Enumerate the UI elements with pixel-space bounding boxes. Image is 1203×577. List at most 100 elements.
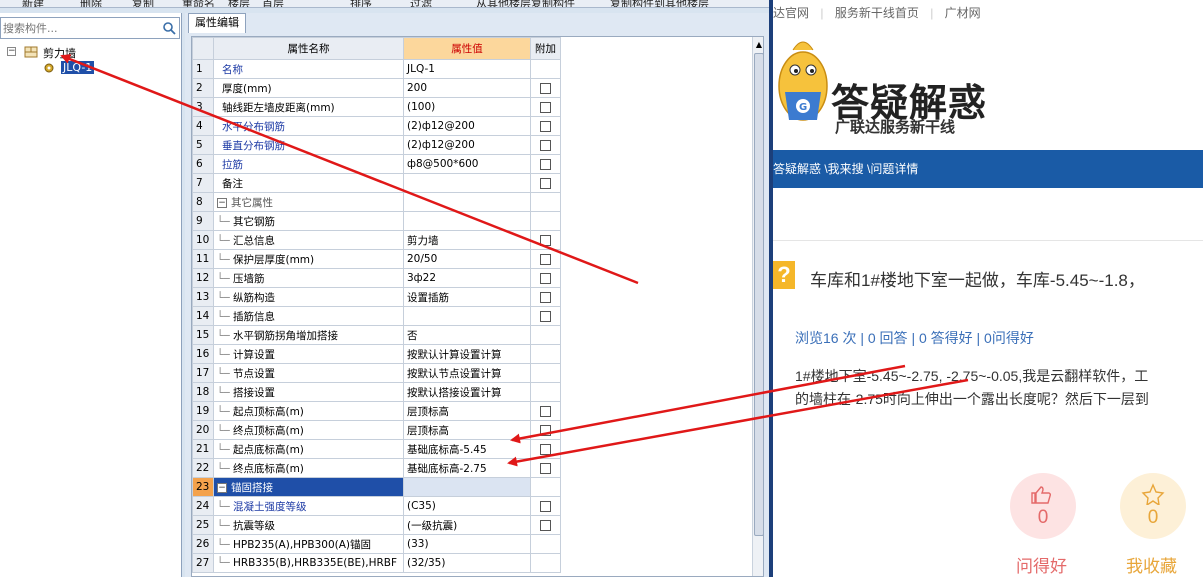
table-row[interactable]: 26 └─ HPB235(A),HPB300(A)锚固 (33) (192, 534, 561, 554)
property-value[interactable] (403, 211, 531, 231)
property-name-cell[interactable]: − 其它属性 (213, 192, 404, 212)
property-name-cell[interactable]: └─ 抗震等级 (213, 515, 404, 535)
favorite-label[interactable]: 我收藏 (1126, 552, 1177, 577)
property-value[interactable]: 基础底标高-5.45 (403, 439, 531, 459)
extra-checkbox[interactable] (540, 101, 551, 113)
extra-checkbox[interactable] (540, 519, 551, 531)
like-button[interactable]: 0 (1010, 473, 1076, 539)
table-row[interactable]: 18 └─ 搭接设置 按默认搭接设置计算 (192, 382, 561, 402)
property-value[interactable]: 层顶标高 (403, 401, 531, 421)
property-value[interactable] (403, 173, 531, 193)
property-value[interactable]: (100) (403, 97, 531, 117)
like-label[interactable]: 问得好 (1016, 552, 1067, 577)
property-value[interactable]: 200 (403, 78, 531, 98)
table-row[interactable]: 6 拉筋 ф8@500*600 (192, 154, 561, 174)
extra-checkbox[interactable] (540, 291, 551, 303)
toolbar-floor-select[interactable]: 首层 (262, 0, 284, 7)
property-name-cell[interactable]: └─ HRB335(B),HRB335E(BE),HRBF (213, 553, 404, 573)
property-name-cell[interactable]: └─ 起点底标高(m) (213, 439, 404, 459)
table-row[interactable]: 2 厚度(mm) 200 (192, 78, 561, 98)
property-name-cell[interactable]: └─ 搭接设置 (213, 382, 404, 402)
toolbar-copy-to-floor[interactable]: 复制构件到其他楼层 (610, 0, 709, 7)
table-row[interactable]: 3 轴线距左墙皮距离(mm) (100) (192, 97, 561, 117)
property-value[interactable]: 按默认搭接设置计算 (403, 382, 531, 402)
property-value[interactable]: (一级抗震) (403, 515, 531, 535)
property-name-cell[interactable]: └─ 计算设置 (213, 344, 404, 364)
table-row[interactable]: 10 └─ 汇总信息 剪力墙 (192, 230, 561, 250)
table-row[interactable]: 25 └─ 抗震等级 (一级抗震) (192, 515, 561, 535)
table-row[interactable]: 17 └─ 节点设置 按默认节点设置计算 (192, 363, 561, 383)
property-value[interactable]: JLQ-1 (403, 59, 531, 79)
scrollbar-thumb[interactable] (754, 53, 763, 536)
property-name-cell[interactable]: − 锚固搭接 (213, 477, 404, 497)
toolbar-floor[interactable]: 楼层 (228, 0, 250, 7)
scroll-up-icon[interactable]: ▲ (754, 39, 763, 51)
table-row[interactable]: 12 └─ 压墙筋 3ф22 (192, 268, 561, 288)
property-name-cell[interactable]: 拉筋 (213, 154, 404, 174)
table-row[interactable]: 14 └─ 插筋信息 (192, 306, 561, 326)
toolbar-copy[interactable]: 复制 (132, 0, 154, 7)
table-row[interactable]: 1 名称 JLQ-1 (192, 59, 561, 79)
group-collapse-icon[interactable]: − (217, 197, 227, 208)
toolbar-filter[interactable]: 过滤 (410, 0, 432, 7)
vertical-scrollbar[interactable]: ▲ (752, 37, 763, 576)
property-value[interactable]: 否 (403, 325, 531, 345)
property-name-cell[interactable]: └─ 插筋信息 (213, 306, 404, 326)
extra-checkbox[interactable] (540, 158, 551, 170)
property-name-cell[interactable]: └─ 节点设置 (213, 363, 404, 383)
property-value[interactable] (403, 477, 531, 497)
table-row[interactable]: 27 └─ HRB335(B),HRB335E(BE),HRBF (32/35) (192, 553, 561, 573)
toolbar-copy-from-floor[interactable]: 从其他楼层复制构件 (476, 0, 575, 7)
favorite-button[interactable]: 0 (1120, 473, 1186, 539)
property-name-cell[interactable]: └─ 纵筋构造 (213, 287, 404, 307)
nav-link-service-home[interactable]: 服务新干线首页 (835, 6, 919, 20)
property-value[interactable]: 基础底标高-2.75 (403, 458, 531, 478)
property-value[interactable]: (2)ф12@200 (403, 135, 531, 155)
extra-checkbox[interactable] (540, 462, 551, 474)
property-value[interactable]: 20/50 (403, 249, 531, 269)
search-icon[interactable] (162, 21, 176, 35)
extra-checkbox[interactable] (540, 272, 551, 284)
extra-checkbox[interactable] (540, 310, 551, 322)
property-name-cell[interactable]: └─ 保护层厚度(mm) (213, 249, 404, 269)
property-value[interactable]: (2)ф12@200 (403, 116, 531, 136)
table-row[interactable]: 9 └─ 其它钢筋 (192, 211, 561, 231)
extra-checkbox[interactable] (540, 120, 551, 132)
toolbar-new[interactable]: 新建 (22, 0, 44, 7)
property-value[interactable]: ф8@500*600 (403, 154, 531, 174)
table-row[interactable]: 13 └─ 纵筋构造 设置插筋 (192, 287, 561, 307)
property-name-cell[interactable]: 轴线距左墙皮距离(mm) (213, 97, 404, 117)
property-value[interactable]: 设置插筋 (403, 287, 531, 307)
property-name-cell[interactable]: └─ 压墙筋 (213, 268, 404, 288)
extra-checkbox[interactable] (540, 443, 551, 455)
toolbar-delete[interactable]: 删除 (80, 0, 102, 7)
extra-checkbox[interactable] (540, 405, 551, 417)
property-name-cell[interactable]: └─ 水平钢筋拐角增加搭接 (213, 325, 404, 345)
tree-child-item[interactable]: JLQ-1 (61, 61, 95, 74)
property-name-cell[interactable]: 备注 (213, 173, 404, 193)
tab-property-edit[interactable]: 属性编辑 (188, 13, 246, 33)
property-name-cell[interactable]: └─ 混凝土强度等级 (213, 496, 404, 516)
table-row[interactable]: 20 └─ 终点顶标高(m) 层顶标高 (192, 420, 561, 440)
tree-collapse-icon[interactable]: − (7, 47, 16, 56)
tree-root-label[interactable]: 剪力墙 (43, 45, 76, 61)
table-row[interactable]: 8− 其它属性 (192, 192, 561, 212)
property-value[interactable]: (C35) (403, 496, 531, 516)
property-value[interactable]: 剪力墙 (403, 230, 531, 250)
property-value[interactable]: 按默认节点设置计算 (403, 363, 531, 383)
property-value[interactable]: 按默认计算设置计算 (403, 344, 531, 364)
property-name-cell[interactable]: └─ 起点顶标高(m) (213, 401, 404, 421)
property-value[interactable]: (32/35) (403, 553, 531, 573)
extra-checkbox[interactable] (540, 82, 551, 94)
property-name-cell[interactable]: 水平分布钢筋 (213, 116, 404, 136)
extra-checkbox[interactable] (540, 234, 551, 246)
table-row[interactable]: 23− 锚固搭接 (192, 477, 561, 497)
table-row[interactable]: 21 └─ 起点底标高(m) 基础底标高-5.45 (192, 439, 561, 459)
table-row[interactable]: 22 └─ 终点底标高(m) 基础底标高-2.75 (192, 458, 561, 478)
extra-checkbox[interactable] (540, 424, 551, 436)
table-row[interactable]: 7 备注 (192, 173, 561, 193)
property-name-cell[interactable]: └─ 其它钢筋 (213, 211, 404, 231)
group-collapse-icon[interactable]: − (217, 482, 227, 493)
property-value[interactable] (403, 192, 531, 212)
table-row[interactable]: 19 └─ 起点顶标高(m) 层顶标高 (192, 401, 561, 421)
